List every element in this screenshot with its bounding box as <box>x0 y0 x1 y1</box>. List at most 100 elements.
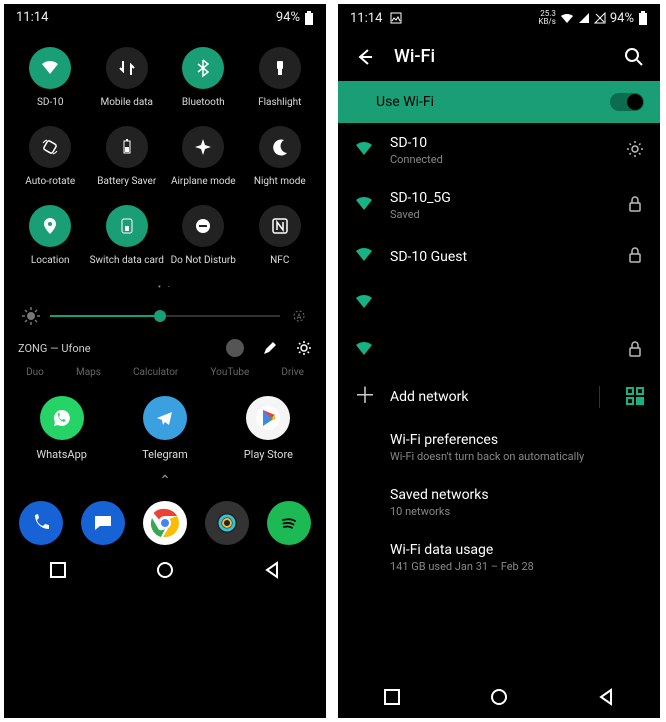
qs-tile-auto-rotate[interactable]: Auto-rotate <box>12 126 89 187</box>
dnd-icon <box>182 205 224 247</box>
phone-right-wifi-settings: 11:14 25.3KB/s 94% Wi-Fi Use Wi-Fi SD-10… <box>338 4 660 718</box>
settings-gear-icon[interactable] <box>296 340 312 356</box>
wifi-icon <box>29 47 71 89</box>
qs-tile-airplane-mode[interactable]: Airplane mode <box>165 126 242 187</box>
nav-back-icon[interactable] <box>597 688 615 706</box>
qs-tile-bluetooth[interactable]: Bluetooth <box>165 47 242 108</box>
dock-app-spotify[interactable] <box>267 501 311 545</box>
home-app-row: WhatsApp Telegram Play Store <box>4 378 326 467</box>
dock-row <box>4 489 326 549</box>
plus-icon: ＋ <box>354 388 374 406</box>
wifi-toggle[interactable] <box>610 93 644 111</box>
nav-home-icon[interactable] <box>490 688 508 706</box>
nav-back-icon[interactable] <box>263 561 281 579</box>
faded-app-label: Duo <box>26 367 44 378</box>
qs-tile-switch-data-card[interactable]: Switch data card <box>89 205 166 266</box>
page-indicator: • · <box>4 274 326 301</box>
nav-recent-icon[interactable] <box>383 688 401 706</box>
edit-icon[interactable] <box>262 340 278 356</box>
faded-app-label: Maps <box>76 367 101 378</box>
battery-icon <box>106 126 148 168</box>
brightness-slider[interactable] <box>50 315 280 317</box>
wifi-signal-icon <box>354 245 374 268</box>
add-network-row[interactable]: ＋ Add network <box>338 374 660 420</box>
navigation-bar <box>338 676 660 718</box>
wifi-network-row[interactable]: SD-10_5GSaved <box>338 178 660 233</box>
home-faded-app-row: DuoMapsCalculatorYouTubeDrive <box>4 365 326 378</box>
nav-recent-icon[interactable] <box>49 561 67 579</box>
wifi-network-row[interactable] <box>338 280 660 327</box>
brightness-low-icon <box>22 307 40 325</box>
wifi-signal-icon <box>354 139 374 162</box>
qs-tile-mobile-data[interactable]: Mobile data <box>89 47 166 108</box>
status-right: 25.3KB/s 94% <box>538 10 648 26</box>
status-time: 11:14 <box>16 10 48 25</box>
home-app-telegram[interactable]: Telegram <box>125 396 205 461</box>
signal-2-icon <box>594 12 606 24</box>
qs-tile-flashlight[interactable]: Flashlight <box>242 47 319 108</box>
nav-home-icon[interactable] <box>156 561 174 579</box>
bt-icon <box>182 47 224 89</box>
svg-text:A: A <box>297 313 302 321</box>
status-bar: 11:14 25.3KB/s 94% <box>338 4 660 30</box>
dock-app-messages[interactable] <box>81 501 125 545</box>
search-icon[interactable] <box>624 47 644 67</box>
use-wifi-row[interactable]: Use Wi-Fi <box>338 81 660 123</box>
status-left: 11:14 <box>350 11 402 26</box>
moon-icon <box>259 126 301 168</box>
sim-icon <box>106 205 148 247</box>
user-avatar[interactable] <box>226 339 244 357</box>
image-notif-icon <box>390 12 402 24</box>
phone-left-quicksettings: 11:14 94% SD-10Mobile dataBluetoothFlash… <box>4 4 326 718</box>
qr-scan-icon[interactable] <box>626 387 644 408</box>
wifi-network-list: SD-10ConnectedSD-10_5GSavedSD-10 Guest <box>338 123 660 374</box>
home-app-play-store[interactable]: Play Store <box>228 396 308 461</box>
lock-icon <box>626 195 644 216</box>
home-app-whatsapp[interactable]: WhatsApp <box>22 396 102 461</box>
navigation-bar <box>4 549 326 591</box>
signal-1-icon <box>578 12 590 24</box>
dock-app-chrome[interactable] <box>143 501 187 545</box>
wifi-pref-row[interactable]: Wi-Fi data usage141 GB used Jan 31 – Feb… <box>338 530 660 585</box>
page-title: Wi-Fi <box>394 46 604 67</box>
flash-icon <box>259 47 301 89</box>
qs-tile-sd-10[interactable]: SD-10 <box>12 47 89 108</box>
lock-icon <box>626 246 644 267</box>
brightness-slider-row: A <box>4 301 326 335</box>
status-right: 94% <box>276 10 314 25</box>
qs-tile-do-not-disturb[interactable]: Do Not Disturb <box>165 205 242 266</box>
carrier-label: ZONG — Ufone <box>18 342 91 355</box>
wifi-network-row[interactable]: SD-10 Guest <box>338 233 660 280</box>
back-arrow-icon[interactable] <box>354 47 374 67</box>
qs-tile-location[interactable]: Location <box>12 205 89 266</box>
wifi-status-icon <box>560 12 574 24</box>
quick-settings-footer: ZONG — Ufone <box>4 335 326 365</box>
brightness-auto-icon: A <box>290 307 308 325</box>
dock-app-camera[interactable] <box>205 501 249 545</box>
network-settings-icon[interactable] <box>626 140 644 161</box>
location-icon <box>29 205 71 247</box>
airplane-icon <box>182 126 224 168</box>
quick-settings-grid: SD-10Mobile dataBluetoothFlashlight Auto-… <box>4 29 326 274</box>
wifi-signal-icon <box>354 339 374 362</box>
swap-icon <box>106 47 148 89</box>
wifi-pref-row[interactable]: Saved networks10 networks <box>338 475 660 530</box>
app-drawer-handle[interactable]: ⌃ <box>4 467 326 489</box>
status-bar: 11:14 94% <box>4 4 326 29</box>
qs-tile-battery-saver[interactable]: Battery Saver <box>89 126 166 187</box>
qs-tile-nfc[interactable]: NFC <box>242 205 319 266</box>
battery-icon <box>638 11 648 25</box>
wifi-network-row[interactable]: SD-10Connected <box>338 123 660 178</box>
wifi-signal-icon <box>354 292 374 315</box>
dock-app-phone[interactable] <box>19 501 63 545</box>
nfc-icon <box>259 205 301 247</box>
wifi-network-row[interactable] <box>338 327 660 374</box>
rotate-icon <box>29 126 71 168</box>
faded-app-label: Calculator <box>133 367 178 378</box>
qs-tile-night-mode[interactable]: Night mode <box>242 126 319 187</box>
battery-icon <box>304 11 314 25</box>
app-bar: Wi-Fi <box>338 30 660 81</box>
lock-icon <box>626 340 644 361</box>
faded-app-label: YouTube <box>210 367 249 378</box>
wifi-pref-row[interactable]: Wi-Fi preferencesWi-Fi doesn't turn back… <box>338 420 660 475</box>
